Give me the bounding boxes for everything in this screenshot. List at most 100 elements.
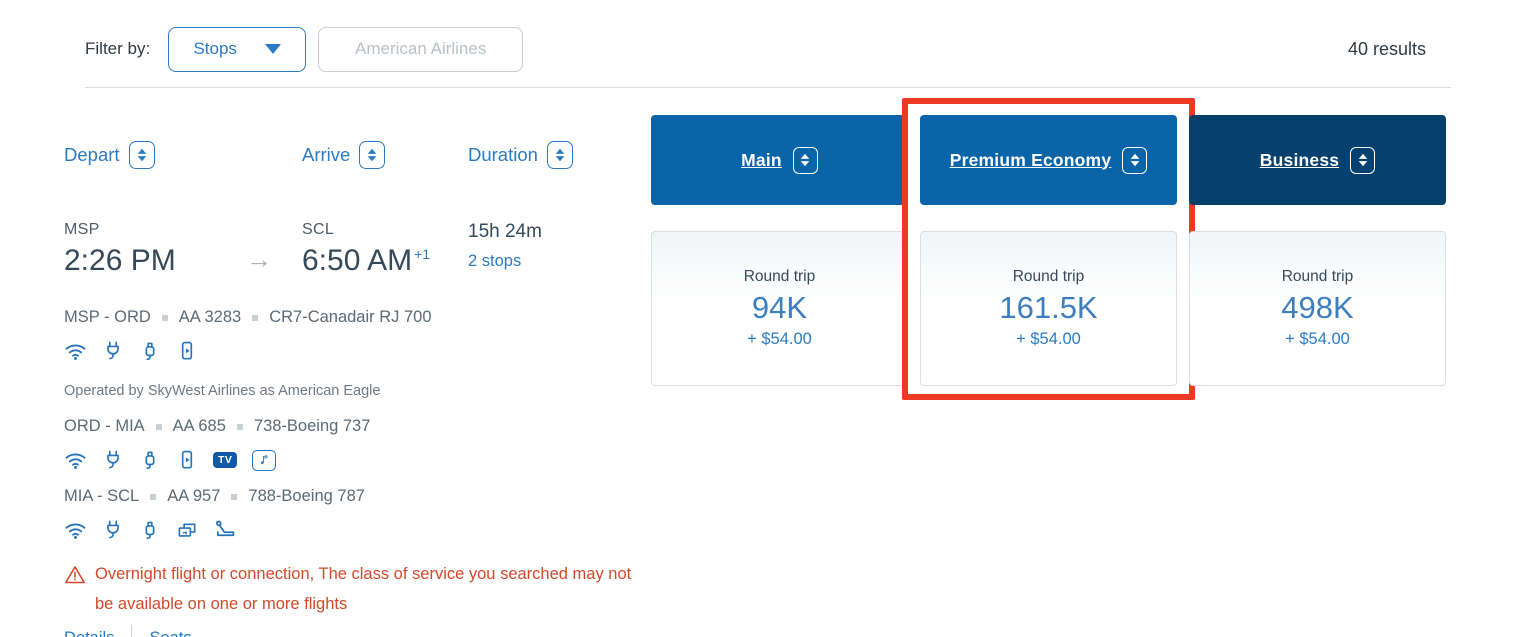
origin-code: MSP (64, 221, 100, 238)
cabin-label: Business (1259, 149, 1340, 170)
separator-square (155, 423, 162, 430)
amenities-row: TV (64, 448, 651, 472)
fare-card-business[interactable]: Round trip 498K + $54.00 (1189, 231, 1446, 386)
overnight-warning: Overnight flight or connection, The clas… (64, 559, 651, 619)
segment-route: MIA - SCL AA 957 788-Boeing 787 (64, 487, 651, 506)
cash-price: + $54.00 (747, 330, 812, 348)
warning-text: Overnight flight or connection, The clas… (95, 565, 632, 613)
sort-icon[interactable] (792, 146, 818, 174)
segment-route-text: MIA - SCL (64, 487, 140, 505)
stops-filter-label: Stops (193, 39, 237, 58)
sort-arrive[interactable]: Arrive (302, 141, 468, 169)
fare-column-premium-economy: Premium Economy Round trip 161.5K + $54.… (902, 98, 1195, 400)
music-icon (252, 449, 277, 471)
warning-icon (65, 566, 85, 584)
fare-column-business: Business Round trip 498K + $54.00 (1189, 115, 1446, 386)
segments-list: MSP - ORD AA 3283 CR7-Canadair RJ 700 Op… (64, 308, 651, 637)
flight-times-row: MSP 2:26 PM → SCL 6:50 AM +1 15h 24m 2 st… (64, 221, 651, 278)
fare-card-premium-economy[interactable]: Round trip 161.5K + $54.00 (920, 231, 1177, 386)
sort-icon[interactable] (1350, 146, 1376, 174)
segment-flight-number: AA 957 (167, 487, 221, 505)
usb-icon (145, 451, 155, 470)
depart-block: MSP 2:26 PM (64, 221, 216, 278)
stops-filter-dropdown[interactable]: Stops (168, 26, 307, 72)
cabin-label: Main (741, 149, 782, 170)
trip-type-label: Round trip (1012, 268, 1085, 285)
fare-column-main: Main Round trip 94K + $54.00 (651, 115, 908, 386)
details-link[interactable]: Details (64, 629, 114, 637)
cabin-header-business[interactable]: Business (1189, 115, 1446, 205)
sort-icon[interactable] (1122, 146, 1148, 174)
duration-block: 15h 24m 2 stops (468, 221, 651, 278)
sort-icon[interactable] (359, 141, 386, 169)
wifi-icon (65, 523, 86, 540)
segment-aircraft: 738-Boeing 737 (253, 417, 371, 435)
chevron-down-icon (264, 44, 281, 54)
personal-device-entertainment-icon (181, 450, 193, 469)
segment-route-text: MSP - ORD (64, 308, 151, 326)
flight-result-row: Depart Arrive Duration MSP 2:26 PM → SCL… (0, 88, 1536, 637)
sort-duration[interactable]: Duration (468, 141, 651, 169)
filter-bar: Filter by: Stops American Airlines 40 re… (0, 0, 1536, 72)
operated-by-text: Operated by SkyWest Airlines as American… (64, 383, 381, 399)
segment-route: MSP - ORD AA 3283 CR7-Canadair RJ 700 (64, 308, 651, 327)
sort-header-row: Depart Arrive Duration (64, 141, 651, 169)
airline-filter-button[interactable]: American Airlines (318, 26, 524, 72)
cash-price: + $54.00 (1016, 330, 1081, 348)
power-outlet-icon (107, 520, 119, 539)
results-count: 40 results (1347, 38, 1426, 59)
flight-arrow-icon: → (246, 244, 272, 274)
separator-square (236, 423, 243, 430)
sort-arrive-label: Arrive (302, 144, 351, 165)
wifi-icon (65, 344, 86, 361)
lie-flat-seat-icon (215, 519, 235, 536)
amenities-row (64, 339, 651, 363)
arrive-time: 6:50 AM +1 (302, 244, 431, 277)
highlight-red-border: Premium Economy Round trip 161.5K + $54.… (902, 98, 1195, 400)
cash-price: + $54.00 (1285, 330, 1350, 348)
separator-square (252, 314, 259, 321)
arrive-block: SCL 6:50 AM +1 (302, 221, 468, 278)
duration-value: 15h 24m (468, 221, 542, 242)
destination-code: SCL (302, 221, 335, 238)
airline-filter-label: American Airlines (355, 39, 487, 58)
depart-time: 2:26 PM (64, 244, 176, 277)
personal-device-entertainment-icon (181, 341, 193, 360)
on-demand-entertainment-icon (178, 522, 196, 537)
fare-columns: Main Round trip 94K + $54.00 Premium Eco… (651, 98, 1446, 400)
separator-square (150, 493, 157, 500)
trip-type-label: Round trip (743, 268, 816, 285)
fare-card-main[interactable]: Round trip 94K + $54.00 (651, 231, 908, 386)
trip-type-label: Round trip (1281, 268, 1354, 285)
miles-price: 94K (751, 290, 808, 325)
segment-flight-number: AA 3283 (178, 308, 242, 326)
cabin-header-main[interactable]: Main (651, 115, 908, 205)
sort-duration-label: Duration (468, 144, 538, 165)
seats-link[interactable]: Seats (149, 629, 191, 637)
segment-flight-number: AA 685 (172, 417, 226, 435)
amenities-row (64, 518, 651, 542)
cabin-label: Premium Economy (949, 149, 1112, 170)
stops-link[interactable]: 2 stops (468, 252, 651, 271)
flight-info-column: Depart Arrive Duration MSP 2:26 PM → SCL… (64, 115, 651, 637)
sort-depart[interactable]: Depart (64, 141, 302, 169)
link-divider (131, 625, 133, 637)
miles-price: 161.5K (999, 290, 1098, 325)
filter-by-label: Filter by: (85, 39, 151, 58)
miles-price: 498K (1281, 290, 1354, 325)
segment-aircraft: CR7-Canadair RJ 700 (269, 308, 432, 326)
separator-square (161, 314, 168, 321)
sort-icon[interactable] (546, 141, 573, 169)
usb-icon (145, 521, 155, 540)
segment-route: ORD - MIA AA 685 738-Boeing 737 (64, 417, 651, 436)
power-outlet-icon (107, 450, 119, 469)
cabin-header-premium-economy[interactable]: Premium Economy (920, 115, 1177, 205)
sort-icon[interactable] (128, 141, 155, 169)
sort-depart-label: Depart (64, 144, 120, 165)
segment-aircraft: 788-Boeing 787 (248, 487, 365, 505)
row-links: Details Seats (64, 625, 651, 637)
power-outlet-icon (107, 341, 119, 360)
wifi-icon (65, 453, 86, 470)
live-tv-icon: TV (213, 451, 238, 469)
usb-icon (145, 342, 155, 361)
